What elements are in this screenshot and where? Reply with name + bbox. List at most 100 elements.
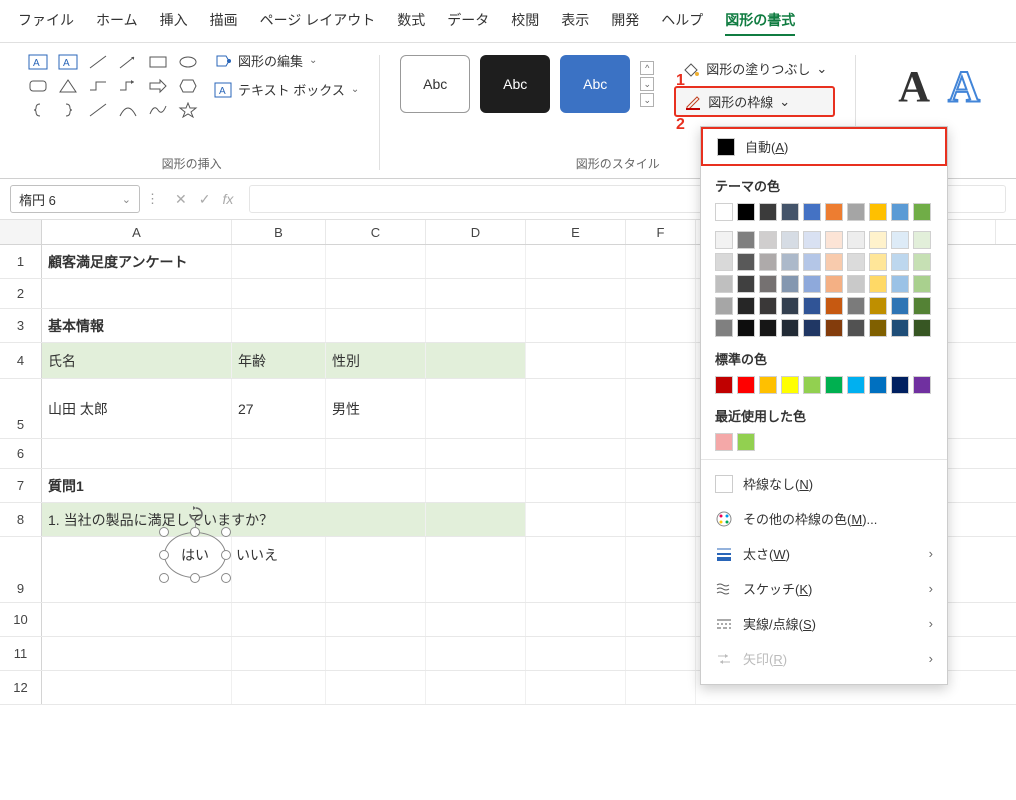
color-swatch[interactable] — [891, 203, 909, 221]
col-header-A[interactable]: A — [42, 220, 232, 244]
color-swatch[interactable] — [913, 297, 931, 315]
color-swatch[interactable] — [869, 297, 887, 315]
color-swatch[interactable] — [913, 203, 931, 221]
shape-roundrect-icon[interactable] — [24, 75, 52, 97]
resize-handle[interactable] — [221, 550, 231, 560]
color-swatch[interactable] — [803, 203, 821, 221]
color-swatch[interactable] — [825, 319, 843, 337]
selected-ellipse-shape[interactable]: はい — [164, 532, 226, 578]
shape-textbox-v-icon[interactable]: A — [54, 51, 82, 73]
shape-fill-button[interactable]: 図形の塗りつぶし⌄ — [674, 55, 835, 82]
color-swatch[interactable] — [737, 297, 755, 315]
color-swatch[interactable] — [869, 319, 887, 337]
cell-A5[interactable]: 山田 太郎 — [42, 379, 232, 438]
color-swatch[interactable] — [869, 231, 887, 249]
color-swatch[interactable] — [737, 203, 755, 221]
resize-handle[interactable] — [159, 573, 169, 583]
row-header-11[interactable]: 11 — [0, 637, 42, 670]
color-swatch[interactable] — [825, 231, 843, 249]
color-swatch[interactable] — [759, 253, 777, 271]
rotate-handle-icon[interactable] — [188, 506, 204, 522]
row-header-9[interactable]: 9 — [0, 537, 42, 602]
ellipse-yes[interactable]: はい — [164, 532, 226, 578]
col-header-E[interactable]: E — [526, 220, 626, 244]
style-preset-1[interactable]: Abc — [400, 55, 470, 113]
color-swatch[interactable] — [891, 253, 909, 271]
shape-hexagon-icon[interactable] — [174, 75, 202, 97]
color-swatch[interactable] — [803, 376, 821, 394]
cell-A3[interactable]: 基本情報 — [42, 309, 232, 342]
color-swatch[interactable] — [913, 319, 931, 337]
shape-brace-l-icon[interactable] — [24, 99, 52, 121]
color-swatch[interactable] — [803, 231, 821, 249]
row-header-6[interactable]: 6 — [0, 439, 42, 468]
wordart-a-outline[interactable]: A — [948, 61, 980, 174]
color-swatch[interactable] — [869, 203, 887, 221]
color-swatch[interactable] — [825, 297, 843, 315]
tab-data[interactable]: データ — [447, 10, 489, 36]
cell-C4[interactable]: 性別 — [326, 343, 426, 378]
color-swatch[interactable] — [847, 376, 865, 394]
color-swatch[interactable] — [803, 319, 821, 337]
row-header-4[interactable]: 4 — [0, 343, 42, 378]
color-swatch[interactable] — [759, 297, 777, 315]
tab-formulas[interactable]: 数式 — [397, 10, 425, 36]
select-all-corner[interactable] — [0, 220, 42, 244]
color-swatch[interactable] — [913, 376, 931, 394]
style-gallery-expand[interactable]: ^⌄⌄ — [640, 61, 654, 107]
color-swatch[interactable] — [869, 253, 887, 271]
shape-outline-button[interactable]: 図形の枠線⌄ — [674, 86, 835, 117]
color-swatch[interactable] — [715, 376, 733, 394]
color-swatch[interactable] — [869, 376, 887, 394]
chevron-down-icon[interactable]: ⌄ — [122, 193, 131, 206]
fx-icon[interactable]: fx — [222, 191, 233, 208]
cell-B5[interactable]: 27 — [232, 379, 326, 438]
color-swatch[interactable] — [891, 376, 909, 394]
color-swatch[interactable] — [781, 297, 799, 315]
col-header-B[interactable]: B — [232, 220, 326, 244]
outline-sketch[interactable]: スケッチ(K)› — [701, 571, 947, 606]
shape-arrow-right-icon[interactable] — [144, 75, 172, 97]
color-swatch[interactable] — [737, 433, 755, 451]
color-swatch[interactable] — [737, 231, 755, 249]
resize-handle[interactable] — [190, 527, 200, 537]
color-swatch[interactable] — [781, 376, 799, 394]
row-header-12[interactable]: 12 — [0, 671, 42, 704]
shape-curve-icon[interactable] — [144, 99, 172, 121]
color-swatch[interactable] — [759, 376, 777, 394]
row-header-8[interactable]: 8 — [0, 503, 42, 536]
color-swatch[interactable] — [891, 231, 909, 249]
color-swatch[interactable] — [891, 275, 909, 293]
color-swatch[interactable] — [825, 376, 843, 394]
cell-A1[interactable]: 顧客満足度アンケート — [42, 245, 232, 278]
color-swatch[interactable] — [803, 275, 821, 293]
tab-home[interactable]: ホーム — [96, 10, 138, 36]
color-swatch[interactable] — [715, 275, 733, 293]
color-swatch[interactable] — [847, 275, 865, 293]
shape-star-icon[interactable] — [174, 99, 202, 121]
cell-B4[interactable]: 年齢 — [232, 343, 326, 378]
color-swatch[interactable] — [781, 319, 799, 337]
name-box[interactable]: 楕円 6 ⌄ — [10, 185, 140, 213]
shape-triangle-icon[interactable] — [54, 75, 82, 97]
color-swatch[interactable] — [913, 275, 931, 293]
color-swatch[interactable] — [759, 275, 777, 293]
resize-handle[interactable] — [159, 527, 169, 537]
row-header-10[interactable]: 10 — [0, 603, 42, 636]
shape-arrowline-icon[interactable] — [114, 51, 142, 73]
shape-elbow-icon[interactable] — [114, 75, 142, 97]
resize-handle[interactable] — [190, 573, 200, 583]
color-swatch[interactable] — [781, 203, 799, 221]
tab-help[interactable]: ヘルプ — [661, 10, 703, 36]
cell-C5[interactable]: 男性 — [326, 379, 426, 438]
more-outline-colors[interactable]: その他の枠線の色(M)... — [701, 501, 947, 536]
outline-weight[interactable]: 太さ(W)› — [701, 536, 947, 571]
shape-line2-icon[interactable] — [84, 99, 112, 121]
cell-A8[interactable]: 1. 当社の製品に満足していますか？ — [42, 503, 426, 536]
col-header-F[interactable]: F — [626, 220, 696, 244]
tab-developer[interactable]: 開発 — [611, 10, 639, 36]
color-swatch[interactable] — [847, 319, 865, 337]
color-swatch[interactable] — [847, 231, 865, 249]
color-swatch[interactable] — [847, 203, 865, 221]
color-swatch[interactable] — [825, 203, 843, 221]
